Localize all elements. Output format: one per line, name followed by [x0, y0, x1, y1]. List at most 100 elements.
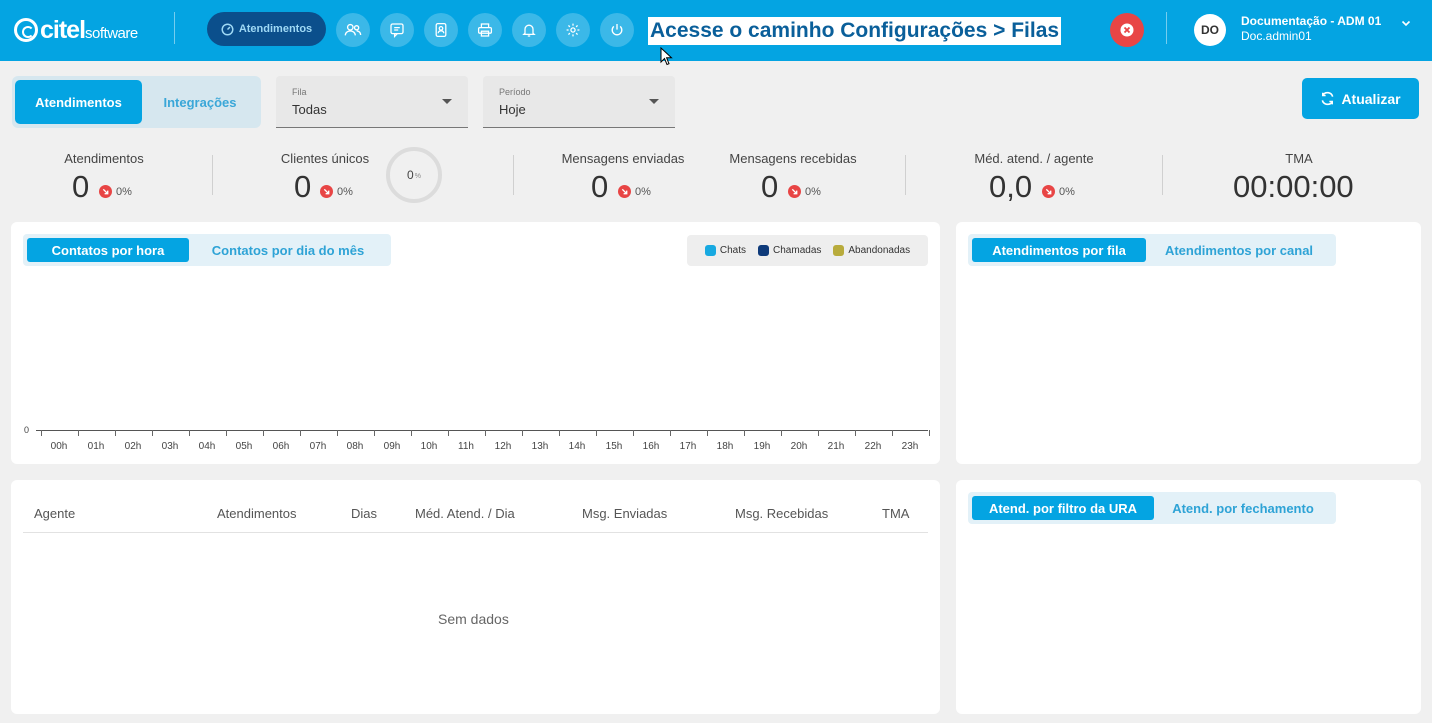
power-icon: [611, 24, 623, 36]
x-axis-tick: [707, 430, 708, 436]
citel-logo[interactable]: citel software: [14, 14, 138, 46]
x-axis-tick-label: 08h: [346, 441, 364, 452]
legend-item-chats[interactable]: Chats: [704, 245, 747, 256]
avatar[interactable]: DO: [1194, 14, 1226, 46]
x-axis-tick: [152, 430, 153, 436]
nav-print-button[interactable]: [468, 13, 502, 47]
legend-label: Abandonadas: [848, 245, 911, 256]
x-axis-tick: [670, 430, 671, 436]
nav-notifications-button[interactable]: [512, 13, 546, 47]
bell-icon: [522, 24, 536, 37]
legend-label: Chamadas: [773, 245, 822, 256]
caret-down-icon: [442, 99, 452, 104]
x-axis-tick-label: 07h: [309, 441, 327, 452]
column-header-agente[interactable]: Agente: [34, 506, 75, 521]
tutorial-overlay-title: Acesse o caminho Configurações > Filas: [648, 17, 1062, 45]
legend-item-abandonadas[interactable]: Abandonadas: [833, 245, 910, 256]
column-header-dias[interactable]: Dias: [351, 506, 377, 521]
top-bar: citel software Atendimentos Acesse o cam…: [0, 0, 1432, 66]
tab-contatos-por-hora[interactable]: Contatos por hora: [27, 238, 189, 262]
stat-media-delta: 0%: [1042, 185, 1075, 198]
view-segment: Atendimentos Integrações: [12, 76, 261, 128]
x-axis-tick: [892, 430, 893, 436]
x-axis-tick: [374, 430, 375, 436]
ring-value: 0: [407, 168, 414, 182]
empty-state-text: Sem dados: [438, 611, 509, 627]
nav-users-button[interactable]: [336, 13, 370, 47]
legend-swatch: [758, 245, 770, 256]
ura-tabs: Atend. por filtro da URA Atend. por fech…: [968, 492, 1336, 524]
x-axis-tick-label: 11h: [458, 441, 474, 452]
legend-item-chamadas[interactable]: Chamadas: [758, 245, 821, 256]
nav-chat-button[interactable]: [380, 13, 414, 47]
x-axis-tick-label: 14h: [568, 441, 586, 452]
stat-atendimentos-value: 0: [72, 169, 90, 204]
stat-media-label: Méd. atend. / agente: [974, 151, 1094, 166]
logo-text: citel: [40, 15, 86, 44]
fila-select-label: Fila: [292, 87, 307, 97]
segment-atendimentos[interactable]: Atendimentos: [15, 80, 142, 124]
nav-contacts-button[interactable]: [424, 13, 458, 47]
mouse-cursor-icon: [660, 47, 673, 66]
nav-settings-button[interactable]: [556, 13, 590, 47]
stats-divider: [1162, 155, 1163, 195]
user-name[interactable]: Documentação - ADM 01: [1241, 14, 1381, 28]
stat-enviadas-label: Mensagens enviadas: [561, 151, 685, 166]
fila-tabs: Atendimentos por fila Atendimentos por c…: [968, 234, 1336, 266]
x-axis-tick-label: 20h: [790, 441, 808, 452]
stat-delta-text: 0%: [805, 185, 821, 198]
x-axis-tick-label: 04h: [198, 441, 216, 452]
legend-swatch: [704, 245, 716, 256]
x-axis-tick-label: 00h: [50, 441, 68, 452]
tab-atend-por-filtro-ura[interactable]: Atend. por filtro da URA: [972, 496, 1154, 520]
column-header-media-dia[interactable]: Méd. Atend. / Dia: [415, 506, 515, 521]
x-axis-tick: [263, 430, 264, 436]
periodo-select[interactable]: Período Hoje: [483, 76, 675, 128]
stat-clientes-delta: 0%: [320, 185, 353, 198]
fila-select[interactable]: Fila Todas: [276, 76, 468, 128]
x-axis-tick-label: 18h: [716, 441, 734, 452]
x-axis-tick-label: 21h: [827, 441, 845, 452]
x-axis-tick: [226, 430, 227, 436]
nav-atendimentos-button[interactable]: Atendimentos: [207, 12, 326, 46]
x-axis-tick: [855, 430, 856, 436]
x-axis-tick: [781, 430, 782, 436]
segment-integracoes[interactable]: Integrações: [142, 80, 258, 124]
chevron-down-icon[interactable]: [1400, 17, 1412, 29]
stat-enviadas-value: 0: [591, 169, 609, 204]
caret-down-icon: [649, 99, 659, 104]
x-axis-tick-label: 03h: [161, 441, 179, 452]
x-axis-tick-label: 15h: [605, 441, 623, 452]
trend-down-icon: [320, 185, 333, 198]
column-header-atendimentos[interactable]: Atendimentos: [217, 506, 297, 521]
stat-atendimentos-label: Atendimentos: [64, 151, 144, 166]
stat-recebidas-value: 0: [761, 169, 779, 204]
legend-label: Chats: [719, 245, 747, 256]
refresh-icon: [1322, 91, 1334, 106]
x-axis-tick: [818, 430, 819, 436]
user-login: Doc.admin01: [1241, 29, 1312, 43]
stats-divider: [212, 155, 213, 195]
trend-down-icon: [1042, 185, 1055, 198]
stats-divider: [513, 155, 514, 195]
close-icon: [1120, 23, 1134, 37]
periodo-select-label: Período: [499, 87, 531, 97]
tab-atend-por-fechamento[interactable]: Atend. por fechamento: [1154, 496, 1332, 520]
x-axis-line: [36, 430, 928, 431]
x-axis-tick: [596, 430, 597, 436]
x-axis-tick-label: 23h: [901, 441, 919, 452]
trend-down-icon: [788, 185, 801, 198]
tab-atendimentos-por-canal[interactable]: Atendimentos por canal: [1146, 238, 1332, 262]
citel-logo-mark-icon: [14, 18, 38, 42]
column-header-tma[interactable]: TMA: [882, 506, 909, 521]
tab-atendimentos-por-fila[interactable]: Atendimentos por fila: [972, 238, 1146, 262]
tab-contatos-por-dia[interactable]: Contatos por dia do mês: [189, 238, 387, 262]
stat-delta-text: 0%: [635, 185, 651, 198]
periodo-select-value: Hoje: [499, 102, 526, 117]
nav-logout-button[interactable]: [600, 13, 634, 47]
column-header-msg-recebidas[interactable]: Msg. Recebidas: [735, 506, 828, 521]
column-header-msg-enviadas[interactable]: Msg. Enviadas: [582, 506, 667, 521]
stat-recebidas-delta: 0%: [788, 185, 821, 198]
refresh-button[interactable]: Atualizar: [1302, 78, 1419, 119]
close-tutorial-button[interactable]: [1110, 13, 1144, 47]
